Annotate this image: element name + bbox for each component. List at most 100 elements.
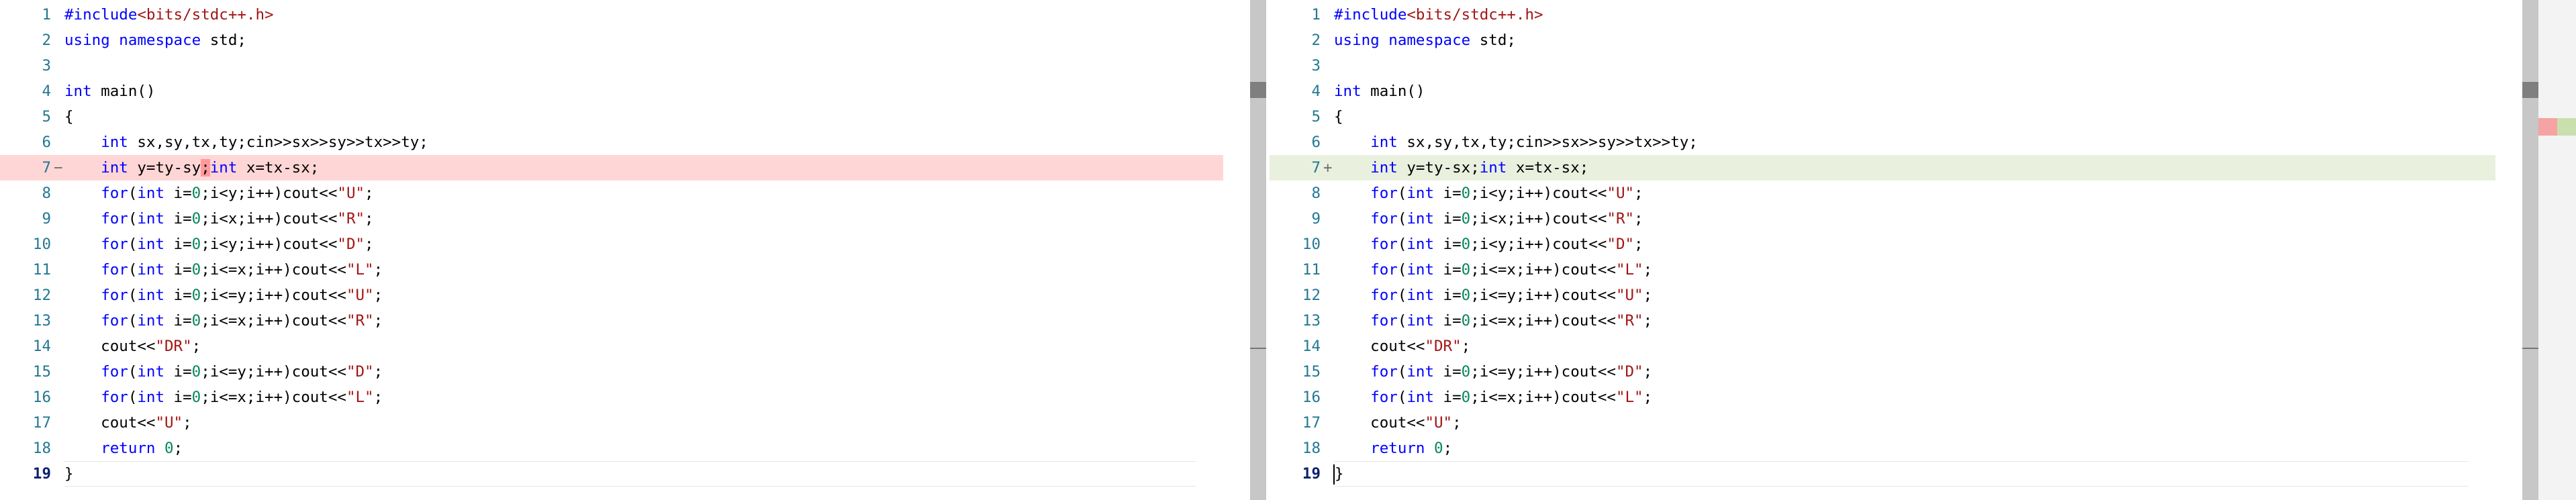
code-text[interactable]: { [64,104,74,130]
original-editor-pane[interactable]: 1 #include<bits/stdc++.h> 2 using namespace… [0,0,1250,500]
code-token: ;i<=x;i++)cout<< [201,389,346,406]
code-line[interactable]: 4 int main() [1270,79,2495,104]
code-text[interactable]: } [64,461,74,487]
code-line[interactable]: 4 int main() [0,79,1223,104]
current-line-highlight [64,461,1196,487]
code-token: ;i<=x;i++)cout<< [1470,261,1616,279]
code-text[interactable]: cout<<"DR"; [1334,334,1470,359]
code-line[interactable]: 7 + int y=ty-sx;int x=tx-sx; [1270,155,2495,181]
code-line[interactable]: 9 for(int i=0;i<x;i++)cout<<"R"; [1270,206,2495,232]
code-line[interactable]: 11 for(int i=0;i<=x;i++)cout<<"L"; [0,257,1223,283]
code-text[interactable]: for(int i=0;i<y;i++)cout<<"D"; [64,232,373,257]
code-line[interactable]: 18 return 0; [0,436,1223,461]
code-token: int [101,134,128,151]
code-line[interactable]: 6 int sx,sy,tx,ty;cin>>sx>>sy>>tx>>ty; [1270,130,2495,155]
code-text[interactable]: int main() [64,79,155,104]
overview-deletion-marker[interactable] [2538,118,2557,136]
code-line[interactable]: 5{ [1270,104,2495,130]
code-token: int [209,159,238,177]
original-editor-scrollbar[interactable] [1250,0,1266,500]
line-number: 12 [32,287,51,304]
code-text[interactable]: cout<<"U"; [1334,410,1461,436]
code-text[interactable]: for(int i=0;i<=x;i++)cout<<"L"; [64,385,383,410]
code-text[interactable]: for(int i=0;i<y;i++)cout<<"U"; [1334,181,1643,206]
code-token: 0 [191,389,201,406]
code-line[interactable]: 8 for(int i=0;i<y;i++)cout<<"U"; [0,181,1223,206]
code-line[interactable]: 3 [0,53,1223,79]
code-token: 0 [191,363,201,381]
modified-scrollbar-thumb[interactable] [2522,0,2538,500]
code-line[interactable]: 5{ [0,104,1223,130]
code-line[interactable]: 7− int y=ty-sy;int x=tx-sx; [0,155,1223,181]
code-line[interactable]: 2 using namespace std; [0,28,1223,53]
code-line[interactable]: 1 #include<bits/stdc++.h> [1270,2,2495,28]
code-line[interactable]: 13 for(int i=0;i<=x;i++)cout<<"R"; [1270,308,2495,334]
code-text[interactable]: for(int i=0;i<=x;i++)cout<<"R"; [64,308,383,334]
code-line[interactable]: 19} [0,461,1223,487]
code-text[interactable]: cout<<"U"; [64,410,191,436]
code-line[interactable]: 9 for(int i=0;i<x;i++)cout<<"R"; [0,206,1223,232]
code-text[interactable]: #include<bits/stdc++.h> [64,2,274,28]
code-line[interactable]: 8 for(int i=0;i<y;i++)cout<<"U"; [1270,181,2495,206]
code-token: ( [1397,236,1407,253]
code-text[interactable]: for(int i=0;i<=y;i++)cout<<"D"; [1334,359,1652,385]
code-line[interactable]: 12 for(int i=0;i<=y;i++)cout<<"U"; [1270,283,2495,308]
code-line[interactable]: 18 return 0; [1270,436,2495,461]
code-text[interactable]: { [1334,104,1343,130]
code-text[interactable]: int y=ty-sy;int x=tx-sx; [64,155,319,181]
code-text[interactable]: for(int i=0;i<=y;i++)cout<<"U"; [64,283,383,308]
code-text[interactable]: for(int i=0;i<=x;i++)cout<<"L"; [1334,385,1652,410]
code-token: "U" [1615,287,1643,304]
code-line[interactable]: 10 for(int i=0;i<y;i++)cout<<"D"; [0,232,1223,257]
code-line[interactable]: 1 #include<bits/stdc++.h> [0,2,1223,28]
code-token: 0 [191,261,201,279]
code-text[interactable]: #include<bits/stdc++.h> [1334,2,1543,28]
code-text[interactable]: } [1333,461,1344,487]
code-line[interactable]: 3 [1270,53,2495,79]
code-token: ; [1643,261,1653,279]
code-text[interactable]: for(int i=0;i<y;i++)cout<<"D"; [1334,232,1643,257]
code-text[interactable]: for(int i=0;i<x;i++)cout<<"R"; [64,206,373,232]
code-text[interactable]: int sx,sy,tx,ty;cin>>sx>>sy>>tx>>ty; [1334,130,1698,155]
code-text[interactable]: return 0; [1334,436,1452,461]
code-line[interactable]: 14 cout<<"DR"; [1270,334,2495,359]
code-text[interactable]: int main() [1334,79,1425,104]
code-text[interactable]: for(int i=0;i<=x;i++)cout<<"L"; [64,257,383,283]
code-text[interactable]: for(int i=0;i<x;i++)cout<<"R"; [1334,206,1643,232]
code-text[interactable]: for(int i=0;i<=y;i++)cout<<"U"; [1334,283,1652,308]
code-line[interactable]: 15 for(int i=0;i<=y;i++)cout<<"D"; [1270,359,2495,385]
code-text[interactable]: using namespace std; [1334,28,1516,53]
code-line[interactable]: 2 using namespace std; [1270,28,2495,53]
code-line[interactable]: 14 cout<<"DR"; [0,334,1223,359]
code-token: } [64,465,74,483]
code-line[interactable]: 11 for(int i=0;i<=x;i++)cout<<"L"; [1270,257,2495,283]
code-line[interactable]: 10 for(int i=0;i<y;i++)cout<<"D"; [1270,232,2495,257]
overview-insertion-marker[interactable] [2557,118,2576,136]
code-line[interactable]: 6 int sx,sy,tx,ty;cin>>sx>>sy>>tx>>ty; [0,130,1223,155]
code-line[interactable]: 13 for(int i=0;i<=x;i++)cout<<"R"; [0,308,1223,334]
code-text[interactable]: for(int i=0;i<=x;i++)cout<<"R"; [1334,308,1652,334]
code-line[interactable]: 16 for(int i=0;i<=x;i++)cout<<"L"; [0,385,1223,410]
code-line[interactable]: 17 cout<<"U"; [1270,410,2495,436]
code-token: i= [1434,261,1462,279]
code-text[interactable]: int y=ty-sx;int x=tx-sx; [1334,155,1588,181]
code-text[interactable]: for(int i=0;i<=y;i++)cout<<"D"; [64,359,383,385]
diff-overview-ruler[interactable] [2538,0,2576,500]
code-line[interactable]: 15 for(int i=0;i<=y;i++)cout<<"D"; [0,359,1223,385]
code-line[interactable]: 17 cout<<"U"; [0,410,1223,436]
code-line[interactable]: 19} [1270,461,2495,487]
code-text[interactable]: using namespace std; [64,28,246,53]
original-scrollbar-thumb[interactable] [1250,0,1266,500]
code-text[interactable]: for(int i=0;i<y;i++)cout<<"U"; [64,181,373,206]
code-line[interactable]: 16 for(int i=0;i<=x;i++)cout<<"L"; [1270,385,2495,410]
code-text[interactable]: int sx,sy,tx,ty;cin>>sx>>sy>>tx>>ty; [64,130,428,155]
code-text[interactable]: for(int i=0;i<=x;i++)cout<<"L"; [1334,257,1652,283]
modified-editor-scrollbar[interactable] [2522,0,2538,500]
modified-editor-pane[interactable]: 1 #include<bits/stdc++.h> 2 using namespace… [1270,0,2522,500]
code-line[interactable]: 12 for(int i=0;i<=y;i++)cout<<"U"; [0,283,1223,308]
code-text[interactable]: return 0; [64,436,183,461]
code-text[interactable]: cout<<"DR"; [64,334,201,359]
